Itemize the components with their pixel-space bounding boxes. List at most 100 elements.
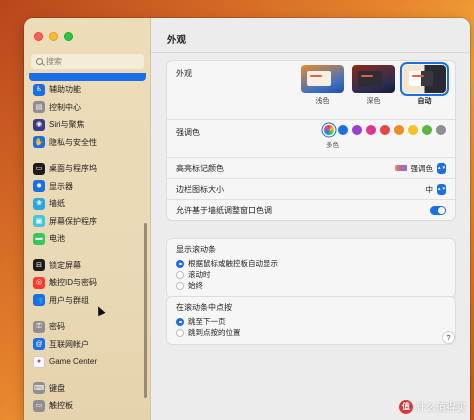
sidebar-item[interactable]: @ 互联网帐户 [29, 336, 146, 354]
zoom-window-button[interactable] [64, 32, 73, 41]
appearance-option-label: 自动 [417, 98, 432, 105]
minimize-window-button[interactable] [49, 32, 58, 41]
watermark-logo: 值 [399, 399, 413, 414]
accent-swatch[interactable] [436, 125, 446, 135]
sidebar-item[interactable]: ◉ Siri与聚焦 [29, 116, 146, 134]
accent-color-row: 强调色 多色 [167, 119, 455, 157]
keyboard-icon: ⌨ [33, 382, 45, 395]
sidebar-icon-size-popup[interactable]: 中 ▲▼ [425, 183, 446, 195]
sidebar-item-label: 桌面与程序坞 [49, 164, 97, 174]
sidebar-item[interactable]: ⊟ 锁定屏幕 [29, 257, 146, 275]
scrollbars-card: 显示滚动条 根据鼠标或触控板自动显示 滚动时 始终 [166, 238, 456, 298]
accent-swatch[interactable] [394, 125, 404, 135]
click-option-jump-to-spot[interactable]: 跳到点按的位置 [176, 327, 446, 338]
dark-theme-thumbnail[interactable] [352, 65, 395, 93]
auto-theme-thumbnail[interactable] [400, 62, 449, 96]
scrollbars-option-auto[interactable]: 根据鼠标或触控板自动显示 [176, 258, 446, 269]
scrollbars-option-when-scrolling[interactable]: 滚动时 [176, 269, 446, 280]
sidebar-item[interactable]: ✋ 隐私与安全性 [29, 134, 146, 152]
sidebar-item[interactable]: ◎ 触控ID与密码 [29, 274, 146, 292]
sidebar-item[interactable]: ⌨ 键盘 [29, 380, 146, 398]
sidebar-item[interactable]: ✹ 显示器 [29, 178, 146, 196]
click-option-next-page[interactable]: 跳至下一页 [176, 316, 446, 327]
close-window-button[interactable] [34, 32, 43, 41]
accent-swatch[interactable] [366, 125, 376, 135]
radio-button[interactable] [176, 270, 184, 279]
accent-swatch[interactable] [352, 125, 362, 135]
sidebar-item-label: Siri与聚焦 [49, 120, 85, 130]
radio-label: 根据鼠标或触控板自动显示 [188, 259, 278, 268]
sidebar-item-label: 显示器 [49, 181, 73, 191]
accent-swatch[interactable] [380, 125, 390, 135]
dock-icon: ▭ [33, 162, 45, 175]
sidebar-scrollbar[interactable] [144, 223, 147, 398]
sidebar-item[interactable]: ▬ 电池 [29, 230, 146, 248]
sidebar-search[interactable] [31, 54, 144, 69]
accent-swatch[interactable] [422, 125, 432, 135]
users-groups-icon: 👥 [33, 294, 45, 307]
sidebar-item[interactable]: ▭ 桌面与程序坞 [29, 160, 146, 178]
help-button[interactable]: ? [442, 331, 455, 344]
system-settings-window: ♿ 辅助功能 ▤ 控制中心 ◉ Siri与聚焦 ✋ 隐私与安全性 ▭ 桌面与程序坞 ✹ 显示器 ❀ 墙纸 ▣… [24, 18, 470, 420]
accent-swatch[interactable] [408, 125, 418, 135]
highlight-color-label: 高亮标记颜色 [176, 163, 224, 173]
appearance-option-label: 浅色 [315, 98, 330, 105]
accent-swatch[interactable] [338, 125, 348, 135]
sidebar-item-label: 控制中心 [49, 102, 81, 112]
search-icon [36, 58, 43, 65]
sidebar-item-label: 屏幕保护程序 [49, 216, 97, 226]
radio-button[interactable] [176, 328, 184, 337]
sidebar-item-label: 辅助功能 [49, 85, 81, 95]
sidebar-item[interactable]: ❀ 墙纸 [29, 195, 146, 213]
appearance-option-light[interactable]: 浅色 [301, 65, 344, 106]
sidebar-item[interactable]: ▭ 触控板 [29, 397, 146, 415]
radio-label: 始终 [188, 281, 203, 290]
accent-swatch-multicolor[interactable] [324, 125, 334, 135]
sidebar-item-label: 触控板 [49, 401, 73, 411]
light-theme-thumbnail[interactable] [301, 65, 344, 93]
wallpaper-icon: ❀ [33, 197, 45, 210]
sidebar-item-label: Game Center [49, 357, 98, 367]
wallpaper-tint-toggle[interactable] [430, 205, 446, 215]
click-scrollbar-group: 在滚动条中点按 跳至下一页 跳到点按的位置 [167, 297, 455, 344]
trackpad-icon: ▭ [33, 399, 45, 412]
display-icon: ✹ [33, 180, 45, 193]
sidebar-item[interactable]: ♿ 辅助功能 [29, 81, 146, 99]
appearance-option-dark[interactable]: 深色 [352, 65, 395, 106]
sidebar-nav: ♿ 辅助功能 ▤ 控制中心 ◉ Siri与聚焦 ✋ 隐私与安全性 ▭ 桌面与程序坞 ✹ 显示器 ❀ 墙纸 ▣… [29, 73, 146, 415]
privacy-hand-icon: ✋ [33, 136, 45, 149]
popup-updown-icon: ▲▼ [437, 183, 446, 195]
appearance-option-auto[interactable]: 自动 [400, 62, 449, 106]
sidebar-item-label: 隐私与安全性 [49, 137, 97, 147]
search-input[interactable] [46, 57, 136, 66]
click-scrollbar-card: 在滚动条中点按 跳至下一页 跳到点按的位置 [166, 296, 456, 345]
sidebar-item-label: 锁定屏幕 [49, 260, 81, 270]
radio-button[interactable] [176, 317, 184, 326]
traffic-lights [34, 32, 73, 41]
sidebar-item[interactable]: 👥 用户与群组 [29, 292, 146, 310]
sidebar-item[interactable]: ▤ 控制中心 [29, 99, 146, 117]
radio-button[interactable] [176, 281, 184, 290]
wallpaper-tint-label: 允许基于墙纸调整窗口色调 [176, 205, 272, 215]
sidebar-item[interactable]: ⚿ 密码 [29, 318, 146, 336]
lock-screen-icon: ⊟ [33, 259, 45, 272]
accessibility-icon: ♿ [33, 83, 45, 96]
site-watermark: 值 什么值得买 [399, 399, 466, 414]
highlight-color-row: 高亮标记颜色 强调色 ▲▼ [167, 157, 455, 178]
scrollbars-option-always[interactable]: 始终 [176, 280, 446, 291]
sidebar-item[interactable]: ● Game Center [29, 353, 146, 371]
highlight-color-popup[interactable]: 强调色 ▲▼ [394, 162, 446, 174]
page-title: 外观 [167, 35, 187, 46]
sidebar-icon-size-label: 边栏图标大小 [176, 184, 224, 194]
radio-button[interactable] [176, 259, 184, 268]
popup-updown-icon: ▲▼ [437, 162, 446, 174]
sidebar-item-label: 键盘 [49, 383, 65, 393]
sidebar-item-appearance[interactable] [29, 73, 146, 81]
appearance-card: 外观 浅色 深色 自动 强调色 多色 高亮标记颜色 强调色 ▲▼ 边栏图标大小 … [166, 60, 456, 221]
show-scrollbars-label: 显示滚动条 [176, 245, 216, 254]
sidebar-item[interactable]: ▣ 屏幕保护程序 [29, 213, 146, 231]
battery-icon: ▬ [33, 232, 45, 245]
sidebar-icon-size-value: 中 [425, 184, 434, 194]
